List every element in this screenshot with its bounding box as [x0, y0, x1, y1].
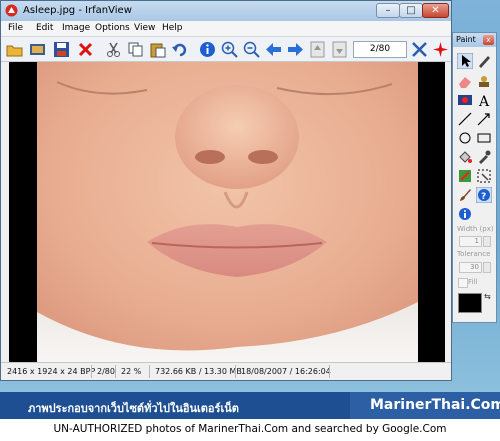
clone-tool-icon[interactable] [457, 168, 473, 184]
footer-text: UN-AUTHORIZED photos of MarinerThai.Com … [53, 423, 447, 435]
maximize-button[interactable]: □ [399, 3, 423, 18]
title-bar[interactable]: Asleep.jpg - IrfanView – □ ✕ [1, 1, 451, 21]
line-tool-icon[interactable] [457, 111, 473, 127]
close-button[interactable]: ✕ [422, 3, 449, 18]
status-zoom: 22 % [121, 367, 142, 376]
svg-text:A: A [478, 94, 490, 108]
paint-close-button[interactable]: x [483, 35, 494, 45]
paint-panel: Paint x A ? Width (px) 1 Tolerance 30 Fi… [452, 32, 497, 323]
status-bar: 2416 x 1924 x 24 BPP 2/80 22 % 732.66 KB… [1, 362, 451, 380]
pencil-tool-icon[interactable] [476, 53, 492, 69]
minimize-button[interactable]: – [376, 3, 400, 18]
watermark-banner: ภาพประกอบจากเว็บไซต์ทั่วไปในอินเตอร์เน็ต… [0, 392, 500, 419]
first-page-icon[interactable] [309, 41, 326, 58]
delete-icon[interactable] [77, 41, 94, 58]
rectangle-tool-icon[interactable] [476, 130, 492, 146]
brand-name: MarinerThai.Com [370, 397, 500, 413]
svg-text:?: ? [481, 192, 486, 202]
swap-colors-icon[interactable]: ⇆ [484, 292, 491, 301]
baby-face-image [37, 62, 418, 362]
irfanview-app-icon [5, 4, 18, 17]
banner-thai-text: ภาพประกอบจากเว็บไซต์ทั่วไปในอินเตอร์เน็ต [28, 402, 239, 415]
irfanview-window: Asleep.jpg - IrfanView – □ ✕ File Edit I… [0, 0, 452, 381]
baby-photo [37, 62, 418, 362]
status-separator [149, 365, 150, 378]
width-input[interactable]: 1 [459, 236, 482, 247]
menu-edit[interactable]: Edit [36, 23, 53, 33]
arrow-tool-icon[interactable] [476, 111, 492, 127]
fill-checkbox[interactable] [458, 278, 468, 288]
foreground-color-swatch[interactable] [458, 293, 482, 313]
page-indicator: 2/80 [353, 41, 407, 58]
cut-icon[interactable] [105, 41, 122, 58]
open-folder-icon[interactable] [6, 41, 23, 58]
image-canvas[interactable] [9, 62, 445, 362]
menu-bar: File Edit Image Options View Help [1, 21, 451, 36]
brush-tool-icon[interactable] [457, 187, 473, 203]
eraser-tool-icon[interactable] [457, 73, 473, 89]
menu-view[interactable]: View [134, 23, 155, 33]
width-label: Width (px) [457, 225, 494, 233]
menu-options[interactable]: Options [95, 23, 130, 33]
paste-icon[interactable] [149, 41, 166, 58]
status-separator [329, 365, 330, 378]
help-tool-icon[interactable]: ? [476, 187, 492, 203]
save-icon[interactable] [53, 41, 70, 58]
status-dimensions: 2416 x 1924 x 24 BPP [7, 367, 96, 376]
status-datetime: 18/08/2007 / 16:26:04 [241, 367, 331, 376]
copy-icon[interactable] [127, 41, 144, 58]
zoom-in-icon[interactable] [221, 41, 238, 58]
brand-box: MarinerThai.Com [350, 392, 500, 419]
tolerance-label: Tolerance [457, 250, 491, 258]
status-separator [235, 365, 236, 378]
exit-icon[interactable] [432, 41, 449, 58]
properties-icon[interactable] [411, 41, 428, 58]
toolbar: 2/80 [1, 36, 451, 62]
last-page-icon[interactable] [331, 41, 348, 58]
footer-note: UN-AUTHORIZED photos of MarinerThai.Com … [0, 419, 500, 441]
color-picker-tool-icon[interactable] [476, 149, 492, 165]
status-filesize: 732.66 KB / 13.30 MB [155, 367, 242, 376]
red-eye-tool-icon[interactable] [457, 92, 473, 108]
circle-tool-icon[interactable] [457, 130, 473, 146]
tolerance-input[interactable]: 30 [459, 262, 482, 273]
info-tool-icon[interactable] [457, 206, 473, 222]
status-separator [115, 365, 116, 378]
paint-title: Paint [456, 35, 476, 44]
status-separator [91, 365, 92, 378]
color-swatches[interactable]: ⇆ [458, 292, 492, 319]
slideshow-icon[interactable] [29, 41, 46, 58]
tolerance-spinner[interactable] [483, 262, 491, 273]
fill-label: Fill [468, 278, 478, 286]
next-icon[interactable] [287, 41, 304, 58]
menu-help[interactable]: Help [162, 23, 183, 33]
selection-tool-icon[interactable] [476, 168, 492, 184]
pointer-tool-icon[interactable] [457, 53, 473, 69]
menu-file[interactable]: File [8, 23, 23, 33]
fill-bucket-tool-icon[interactable] [457, 149, 473, 165]
previous-icon[interactable] [265, 41, 282, 58]
width-spinner[interactable] [483, 236, 491, 247]
text-tool-icon[interactable]: A [476, 92, 492, 108]
menu-image[interactable]: Image [62, 23, 90, 33]
undo-icon[interactable] [171, 41, 188, 58]
stamp-tool-icon[interactable] [476, 73, 492, 89]
status-page: 2/80 [97, 367, 115, 376]
window-title: Asleep.jpg - IrfanView [23, 5, 132, 16]
paint-title-bar[interactable]: Paint x [453, 33, 496, 47]
zoom-out-icon[interactable] [243, 41, 260, 58]
info-icon[interactable] [199, 41, 216, 58]
